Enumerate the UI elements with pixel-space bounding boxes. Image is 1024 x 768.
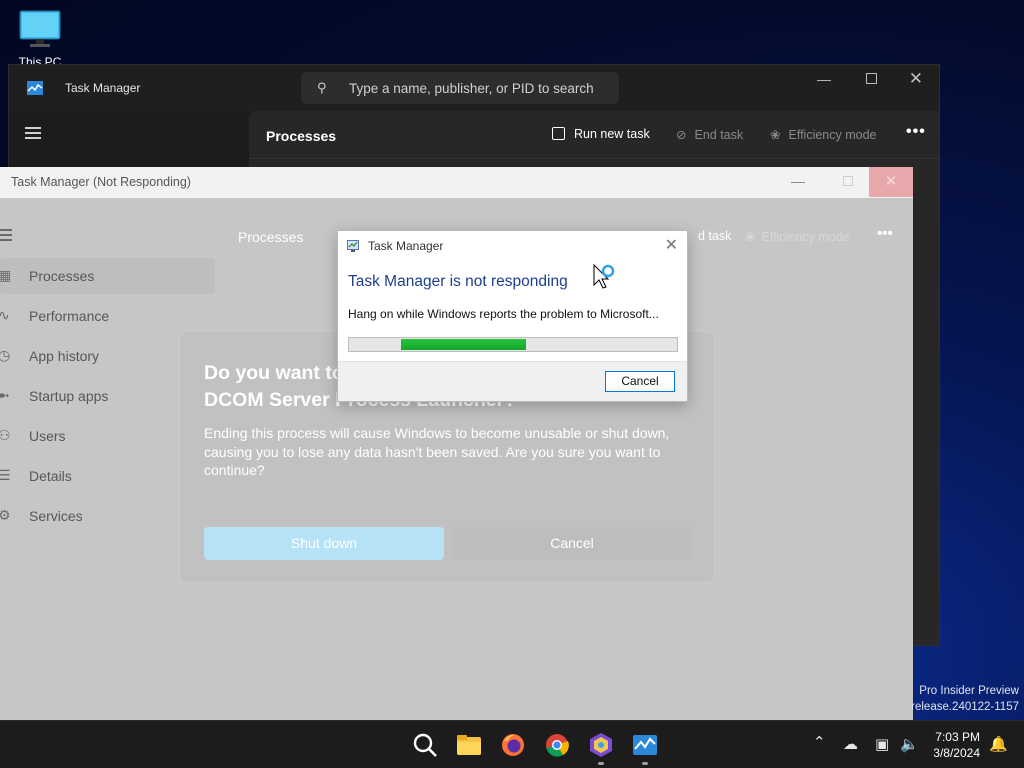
maximize-button[interactable]	[843, 176, 853, 186]
taskbar: ⌃ ☁ ▣ 🔈 7:03 PM 3/8/2024 🔔	[0, 720, 1024, 768]
app-icon[interactable]	[588, 732, 614, 758]
history-icon: ◷	[0, 347, 11, 363]
sidebar-item-label: App history	[29, 348, 100, 364]
more-options-icon[interactable]: •••	[877, 225, 893, 242]
monitor-icon	[19, 10, 61, 47]
task-manager-icon	[347, 240, 359, 252]
minimize-button[interactable]: —	[791, 173, 805, 189]
search-icon: ⚲	[317, 80, 327, 95]
task-manager-icon[interactable]	[632, 732, 658, 758]
block-icon: ⊘	[676, 128, 687, 142]
search-input[interactable]: ⚲ Type a name, publisher, or PID to sear…	[301, 72, 619, 104]
toolbar: Processes Run new task ⊘ End task ❀ Effici…	[249, 111, 939, 159]
dialog-caption: Task Manager	[368, 239, 444, 253]
notification-bell-icon[interactable]: 🔔	[989, 735, 1008, 753]
not-responding-dialog: Task Manager ✕ Task Manager is not respo…	[337, 230, 688, 402]
clock-time: 7:03 PM	[935, 730, 980, 744]
watermark-line-2: release.240122-1157	[911, 701, 1019, 713]
clock-date: 3/8/2024	[933, 746, 980, 760]
window-title: Task Manager (Not Responding)	[11, 175, 191, 189]
network-icon[interactable]: ▣	[875, 735, 889, 753]
services-icon: ⚙	[0, 507, 11, 523]
title-bar: Task Manager (Not Responding) — ✕	[0, 167, 913, 198]
maximize-button[interactable]	[866, 73, 877, 84]
users-icon: ⚇	[0, 427, 11, 443]
sidebar-item-label: Details	[29, 468, 72, 484]
watermark-line-1: Pro Insider Preview	[919, 685, 1019, 697]
run-new-task-label: Run new task	[574, 127, 650, 141]
volume-muted-icon[interactable]: 🔈	[900, 735, 919, 753]
firefox-icon[interactable]	[500, 732, 526, 758]
sidebar-item-processes[interactable]: ▦ Processes	[0, 258, 215, 294]
title-bar: Task Manager ⚲ Type a name, publisher, o…	[9, 65, 939, 111]
progress-bar-fill	[401, 339, 526, 350]
dialog-message: Hang on while Windows reports the proble…	[348, 307, 659, 321]
sidebar-item-label: Performance	[29, 308, 110, 324]
chevron-up-icon[interactable]: ⌃	[813, 733, 826, 751]
running-indicator	[598, 762, 604, 765]
end-task-button[interactable]: ⊘ End task	[676, 127, 743, 142]
progress-bar	[348, 337, 678, 352]
sidebar-item-performance[interactable]: ∿ Performance	[0, 298, 215, 334]
page-title: Processes	[238, 229, 304, 245]
processes-icon: ▦	[0, 267, 12, 283]
efficiency-mode-label: Efficiency mode	[788, 128, 877, 142]
run-new-task-button[interactable]: Run new task	[552, 127, 650, 141]
performance-icon: ∿	[0, 307, 10, 323]
efficiency-mode-button[interactable]: ❀ Efficiency mode	[770, 127, 877, 142]
window-title: Task Manager	[65, 81, 141, 95]
minimize-button[interactable]: —	[817, 71, 831, 87]
running-indicator	[642, 762, 648, 765]
cancel-button[interactable]: Cancel	[452, 527, 692, 560]
run-task-icon	[552, 127, 565, 140]
menu-icon[interactable]	[0, 229, 12, 241]
leaf-icon: ❀	[770, 128, 781, 142]
sidebar-item-label: Processes	[29, 268, 95, 284]
cloud-off-icon[interactable]: ☁	[843, 735, 858, 753]
dialog-headline: Task Manager is not responding	[348, 273, 568, 290]
close-button[interactable]: ✕	[909, 69, 923, 89]
page-title: Processes	[266, 128, 337, 144]
sidebar-item-label: Users	[29, 428, 66, 444]
dialog-title-line-1: Do you want to	[204, 362, 344, 384]
sidebar-item-label: Startup apps	[29, 388, 109, 404]
startup-icon: ➼	[0, 387, 10, 403]
more-options-icon[interactable]: •••	[906, 123, 926, 141]
sidebar-item-label: Services	[29, 508, 83, 524]
efficiency-mode-label: Efficiency mode	[761, 230, 850, 244]
search-icon[interactable]	[412, 732, 438, 758]
details-icon: ☰	[0, 467, 11, 483]
menu-icon[interactable]	[25, 127, 41, 142]
busy-cursor-icon	[593, 264, 615, 289]
close-button[interactable]: ✕	[869, 167, 913, 197]
system-clock[interactable]: 7:03 PM 3/8/2024	[933, 729, 980, 761]
dialog-body: Ending this process will cause Windows t…	[204, 425, 670, 478]
cancel-button[interactable]: Cancel	[605, 371, 675, 392]
chrome-icon[interactable]	[544, 732, 570, 758]
close-icon[interactable]: ✕	[665, 235, 678, 255]
file-explorer-icon[interactable]	[456, 732, 482, 758]
end-task-label: End task	[694, 128, 744, 142]
dialog-footer: Cancel	[338, 361, 687, 401]
desktop-icon-this-pc[interactable]: This PC	[12, 8, 68, 69]
search-placeholder: Type a name, publisher, or PID to search	[349, 81, 594, 96]
end-task-button[interactable]: d task	[698, 229, 731, 243]
task-manager-icon	[27, 81, 43, 95]
shut-down-button[interactable]: Shut down	[204, 527, 444, 560]
efficiency-mode-button[interactable]: ❀ Efficiency mode	[745, 229, 850, 244]
leaf-icon: ❀	[745, 230, 756, 244]
